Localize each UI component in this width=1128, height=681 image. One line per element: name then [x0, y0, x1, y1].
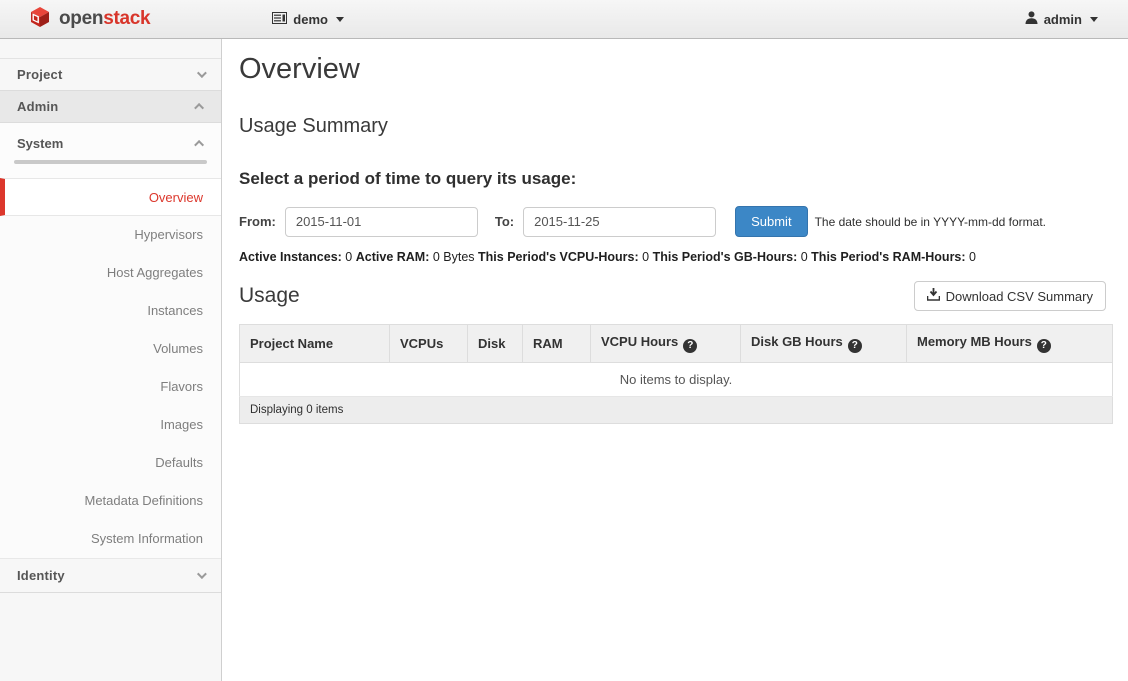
project-switcher-label: demo — [293, 12, 328, 27]
sidebar-item-hypervisors[interactable]: Hypervisors — [0, 216, 221, 254]
system-group-underline — [14, 160, 207, 164]
sidebar-section-identity[interactable]: Identity — [0, 559, 221, 593]
column-label: Memory MB Hours — [917, 334, 1032, 349]
stat-active-instances-: Active Instances: 0 — [239, 250, 352, 264]
sidebar-item-instances[interactable]: Instances — [0, 292, 221, 330]
stat-this-period-s-vcpu-hours-: This Period's VCPU-Hours: 0 — [478, 250, 649, 264]
sidebar-item-host-aggregates[interactable]: Host Aggregates — [0, 254, 221, 292]
openstack-brand[interactable]: openstack — [0, 5, 150, 34]
brand-open: open — [59, 8, 103, 29]
usage-header-row: Usage Download CSV Summary — [239, 281, 1113, 311]
usage-summary-title: Usage Summary — [239, 115, 1113, 138]
sidebar-item-metadata-definitions[interactable]: Metadata Definitions — [0, 482, 221, 520]
help-icon[interactable]: ? — [683, 339, 697, 353]
usage-query-form: From: To: Submit The date should be in Y… — [239, 206, 1113, 237]
column-header-project-name: Project Name — [240, 325, 390, 363]
column-label: Disk GB Hours — [751, 334, 843, 349]
column-header-vcpu-hours: VCPU Hours? — [591, 325, 741, 363]
sidebar-system-items: OverviewHypervisorsHost AggregatesInstan… — [0, 178, 221, 558]
project-list-icon — [272, 12, 287, 27]
from-date-input[interactable] — [285, 207, 478, 237]
help-icon[interactable]: ? — [1037, 339, 1051, 353]
table-footer-row: Displaying 0 items — [240, 396, 1113, 423]
sidebar-group-system-label: System — [17, 136, 63, 151]
column-label: Disk — [478, 336, 505, 351]
chevron-down-icon — [197, 569, 207, 579]
sidebar-section-project-label: Project — [17, 67, 62, 82]
stat-active-ram-: Active RAM: 0 Bytes — [356, 250, 475, 264]
sidebar-item-defaults[interactable]: Defaults — [0, 444, 221, 482]
chevron-down-icon — [1090, 17, 1098, 22]
top-navbar: openstack demo admin — [0, 0, 1128, 39]
sidebar-item-system-information[interactable]: System Information — [0, 520, 221, 558]
download-csv-button[interactable]: Download CSV Summary — [914, 281, 1106, 311]
column-header-vcpus: VCPUs — [390, 325, 468, 363]
sidebar-system-block: System OverviewHypervisorsHost Aggregate… — [0, 123, 221, 559]
stat-this-period-s-ram-hours-: This Period's RAM-Hours: 0 — [811, 250, 976, 264]
download-csv-label: Download CSV Summary — [946, 289, 1093, 304]
chevron-up-icon — [194, 103, 204, 113]
column-label: RAM — [533, 336, 563, 351]
sidebar-spacer — [0, 39, 221, 59]
sidebar-section-admin[interactable]: Admin — [0, 91, 221, 123]
column-header-disk-gb-hours: Disk GB Hours? — [741, 325, 907, 363]
chevron-down-icon — [336, 17, 344, 22]
column-label: Project Name — [250, 336, 333, 351]
column-header-disk: Disk — [468, 325, 523, 363]
column-label: VCPU Hours — [601, 334, 678, 349]
sidebar-item-images[interactable]: Images — [0, 406, 221, 444]
column-label: VCPUs — [400, 336, 443, 351]
empty-message: No items to display. — [240, 362, 1113, 396]
sidebar-section-project[interactable]: Project — [0, 59, 221, 91]
openstack-logo-icon — [28, 5, 52, 34]
table-empty-row: No items to display. — [240, 362, 1113, 396]
main-content: Overview Usage Summary Select a period o… — [222, 39, 1128, 681]
to-date-input[interactable] — [523, 207, 716, 237]
to-label: To: — [495, 214, 514, 229]
usage-title: Usage — [239, 284, 300, 308]
column-header-ram: RAM — [523, 325, 591, 363]
submit-button[interactable]: Submit — [735, 206, 807, 237]
brand-text: openstack — [59, 8, 150, 30]
user-menu-label: admin — [1044, 12, 1082, 27]
project-switcher-dropdown[interactable]: demo — [272, 12, 344, 27]
usage-table: Project NameVCPUsDiskRAMVCPU Hours?Disk … — [239, 324, 1113, 424]
sidebar-section-admin-label: Admin — [17, 99, 58, 114]
chevron-down-icon — [197, 68, 207, 78]
sidebar-group-system[interactable]: System — [0, 123, 221, 151]
chevron-up-icon — [194, 140, 204, 150]
sidebar-section-identity-label: Identity — [17, 568, 65, 583]
usage-table-header-row: Project NameVCPUsDiskRAMVCPU Hours?Disk … — [240, 325, 1113, 363]
date-format-hint: The date should be in YYYY-mm-dd format. — [815, 215, 1046, 229]
usage-stats: Active Instances: 0 Active RAM: 0 Bytes … — [239, 250, 1113, 264]
sidebar-item-flavors[interactable]: Flavors — [0, 368, 221, 406]
sidebar: Project Admin System OverviewHypervisors… — [0, 39, 222, 681]
page-layout: Project Admin System OverviewHypervisors… — [0, 39, 1128, 681]
user-icon — [1025, 11, 1038, 27]
user-menu-dropdown[interactable]: admin — [1025, 11, 1098, 27]
brand-stack: stack — [103, 8, 150, 29]
download-icon — [927, 288, 940, 304]
sidebar-item-volumes[interactable]: Volumes — [0, 330, 221, 368]
sidebar-item-overview[interactable]: Overview — [0, 178, 221, 216]
query-prompt: Select a period of time to query its usa… — [239, 169, 1113, 189]
from-label: From: — [239, 214, 276, 229]
column-header-memory-mb-hours: Memory MB Hours? — [907, 325, 1113, 363]
page-title: Overview — [239, 53, 1113, 86]
table-footer-text: Displaying 0 items — [240, 396, 1113, 423]
stat-this-period-s-gb-hours-: This Period's GB-Hours: 0 — [653, 250, 808, 264]
help-icon[interactable]: ? — [848, 339, 862, 353]
